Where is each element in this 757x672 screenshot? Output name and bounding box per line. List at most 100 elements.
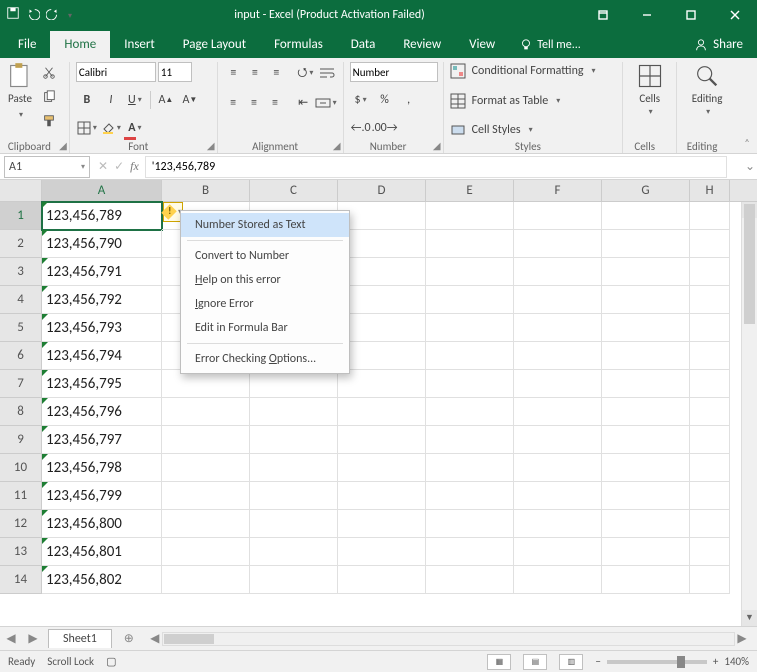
- row-header[interactable]: 6: [0, 342, 42, 370]
- cancel-formula-icon[interactable]: ✕: [98, 159, 108, 174]
- cell[interactable]: [602, 566, 690, 594]
- cell[interactable]: [426, 314, 514, 342]
- align-left-button[interactable]: ≡: [224, 92, 243, 114]
- cells-button[interactable]: Cells: [629, 62, 670, 117]
- cell[interactable]: [426, 370, 514, 398]
- cell[interactable]: 123,456,802: [42, 566, 162, 594]
- cell[interactable]: [602, 370, 690, 398]
- cell[interactable]: [514, 202, 602, 230]
- cell[interactable]: [514, 566, 602, 594]
- scroll-thumb[interactable]: [744, 204, 755, 324]
- row-header[interactable]: 11: [0, 482, 42, 510]
- cell[interactable]: 123,456,789: [42, 202, 162, 230]
- align-bottom-button[interactable]: ≡: [267, 62, 287, 84]
- column-header[interactable]: H: [690, 180, 730, 201]
- row-header[interactable]: 10: [0, 454, 42, 482]
- cell[interactable]: [514, 314, 602, 342]
- cell[interactable]: [602, 314, 690, 342]
- orientation-button[interactable]: ⭯: [296, 62, 316, 84]
- row-header[interactable]: 9: [0, 426, 42, 454]
- cell[interactable]: [162, 510, 250, 538]
- cell[interactable]: [338, 426, 426, 454]
- cell[interactable]: [338, 286, 426, 314]
- cell[interactable]: [514, 398, 602, 426]
- tab-data[interactable]: Data: [337, 31, 390, 58]
- cell[interactable]: [690, 538, 730, 566]
- cell[interactable]: 123,456,798: [42, 454, 162, 482]
- cell[interactable]: [162, 538, 250, 566]
- zoom-out-button[interactable]: −: [595, 655, 600, 668]
- clipboard-launcher[interactable]: ◢: [59, 139, 67, 152]
- cell[interactable]: [338, 454, 426, 482]
- paste-button[interactable]: Paste: [6, 62, 34, 132]
- expand-formula-bar[interactable]: ⌄: [743, 159, 757, 174]
- cell[interactable]: [602, 510, 690, 538]
- currency-button[interactable]: $: [350, 89, 372, 111]
- cell[interactable]: [338, 538, 426, 566]
- cell[interactable]: [426, 510, 514, 538]
- cell[interactable]: [690, 370, 730, 398]
- cell[interactable]: [690, 482, 730, 510]
- cell[interactable]: [162, 426, 250, 454]
- cell[interactable]: [690, 314, 730, 342]
- scroll-down-arrow[interactable]: ▼: [742, 610, 757, 626]
- cell[interactable]: [514, 286, 602, 314]
- cell[interactable]: [250, 454, 338, 482]
- align-top-button[interactable]: ≡: [224, 62, 244, 84]
- column-header[interactable]: A: [42, 180, 162, 201]
- italic-button[interactable]: I: [100, 89, 122, 111]
- normal-view-button[interactable]: ▦: [487, 654, 511, 670]
- cell[interactable]: [690, 566, 730, 594]
- tab-page-layout[interactable]: Page Layout: [169, 31, 260, 58]
- tab-home[interactable]: Home: [50, 31, 110, 58]
- zoom-in-button[interactable]: +: [713, 655, 718, 668]
- borders-button[interactable]: [76, 117, 98, 139]
- cell[interactable]: [250, 510, 338, 538]
- cell[interactable]: [250, 566, 338, 594]
- row-header[interactable]: 13: [0, 538, 42, 566]
- cell[interactable]: [514, 370, 602, 398]
- row-header[interactable]: 4: [0, 286, 42, 314]
- cell[interactable]: [162, 454, 250, 482]
- cell[interactable]: [426, 398, 514, 426]
- decrease-decimal-button[interactable]: .00→: [374, 117, 396, 139]
- decrease-indent-button[interactable]: ⇤: [294, 92, 313, 114]
- grow-font-button[interactable]: A▲: [155, 89, 177, 111]
- row-header[interactable]: 3: [0, 258, 42, 286]
- horizontal-scrollbar[interactable]: ◀ ▶: [148, 631, 749, 646]
- row-header[interactable]: 5: [0, 314, 42, 342]
- cell[interactable]: [602, 482, 690, 510]
- cell[interactable]: [602, 426, 690, 454]
- ribbon-options-icon[interactable]: [581, 0, 625, 30]
- font-color-button[interactable]: A: [124, 117, 146, 139]
- cell[interactable]: [426, 538, 514, 566]
- cell[interactable]: 123,456,792: [42, 286, 162, 314]
- cell[interactable]: 123,456,794: [42, 342, 162, 370]
- align-right-button[interactable]: ≡: [266, 92, 285, 114]
- cell[interactable]: [690, 342, 730, 370]
- cell[interactable]: [338, 342, 426, 370]
- cell[interactable]: [426, 426, 514, 454]
- cell[interactable]: [602, 230, 690, 258]
- cell[interactable]: [338, 202, 426, 230]
- fill-color-button[interactable]: [100, 117, 122, 139]
- cell[interactable]: [426, 454, 514, 482]
- column-header[interactable]: G: [602, 180, 690, 201]
- cell[interactable]: [162, 370, 250, 398]
- editing-button[interactable]: Editing: [683, 62, 731, 117]
- tab-view[interactable]: View: [455, 31, 509, 58]
- cell[interactable]: [338, 510, 426, 538]
- column-header[interactable]: C: [250, 180, 338, 201]
- new-sheet-button[interactable]: ⊕: [118, 631, 140, 646]
- cell[interactable]: [690, 454, 730, 482]
- row-header[interactable]: 14: [0, 566, 42, 594]
- row-header[interactable]: 8: [0, 398, 42, 426]
- cell[interactable]: [426, 258, 514, 286]
- cell[interactable]: [338, 314, 426, 342]
- formula-input[interactable]: [145, 156, 727, 178]
- tab-review[interactable]: Review: [389, 31, 455, 58]
- column-header[interactable]: D: [338, 180, 426, 201]
- align-middle-button[interactable]: ≡: [245, 62, 265, 84]
- insert-function-button[interactable]: fx: [130, 159, 139, 174]
- undo-icon[interactable]: [26, 6, 40, 24]
